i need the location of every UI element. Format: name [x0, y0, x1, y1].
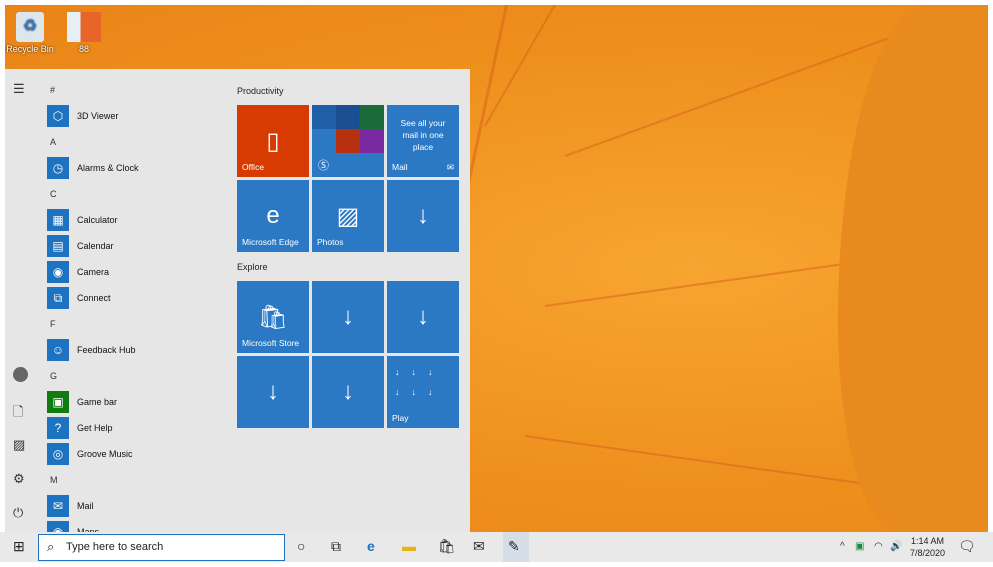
app-label: Alarms & Clock: [77, 163, 139, 173]
app-label: Game bar: [77, 397, 118, 407]
app-icon: ◎: [47, 443, 69, 465]
file-explorer-icon[interactable]: ▬: [402, 538, 416, 554]
app-icon: ☺: [47, 339, 69, 361]
app-icon: ▦: [47, 209, 69, 231]
app-icon: ▤: [47, 235, 69, 257]
clock[interactable]: 1:14 AM 7/8/2020: [910, 535, 945, 559]
tile-office-apps[interactable]: Ⓢ: [312, 105, 384, 177]
cortana-icon[interactable]: ○: [297, 538, 305, 554]
app-label: Mail: [77, 501, 94, 511]
app-label: Groove Music: [77, 449, 133, 459]
document-icon[interactable]: 🗋: [13, 403, 23, 425]
app-list-header[interactable]: F: [47, 311, 227, 337]
tile-play[interactable]: ↓↓↓ ↓↓↓ Play: [387, 356, 459, 428]
app-list-item[interactable]: ◉ Camera: [47, 259, 227, 285]
desktop-icon-recycle-bin[interactable]: ♻ Recycle Bin: [0, 12, 60, 54]
app-label: Feedback Hub: [77, 345, 136, 355]
app-list-header[interactable]: C: [47, 181, 227, 207]
download-icon: ↓: [342, 378, 354, 405]
app-label: Calendar: [77, 241, 114, 251]
group-explore: Explore: [237, 262, 268, 272]
tile-download[interactable]: ↓: [387, 180, 459, 252]
app-icon: ⬡: [47, 105, 69, 127]
mail-icon[interactable]: ✉: [473, 538, 485, 555]
app-icon: ▣: [47, 391, 69, 413]
taskbar: ⊞ ⌕ Type here to search ○ ⧉ e ▬ 🛍 ✉ ✎ ^ …: [0, 532, 993, 562]
app-list-item[interactable]: ✉ Mail: [47, 493, 227, 519]
power-icon[interactable]: ⏻: [13, 505, 23, 521]
menu-icon[interactable]: ☰: [13, 81, 25, 97]
task-view-icon[interactable]: ⧉: [331, 538, 341, 555]
app-icon: ?: [47, 417, 69, 439]
app-label: Connect: [77, 293, 111, 303]
app-list-item[interactable]: ⧉ Connect: [47, 285, 227, 311]
app-list-item[interactable]: ☺ Feedback Hub: [47, 337, 227, 363]
office-icon: ▯: [266, 128, 280, 155]
recycle-bin-icon: ♻: [16, 12, 44, 42]
search-input[interactable]: ⌕ Type here to search: [38, 534, 285, 561]
tile-mail[interactable]: See all your mail in one place Mail ✉: [387, 105, 459, 177]
store-icon[interactable]: 🛍: [438, 538, 456, 555]
group-productivity: Productivity: [237, 86, 284, 96]
download-icon: ↓: [417, 202, 429, 229]
app-list-item[interactable]: ◎ Groove Music: [47, 441, 227, 467]
app-list-header[interactable]: G: [47, 363, 227, 389]
app-list-header[interactable]: A: [47, 129, 227, 155]
notifications-icon[interactable]: 🗨: [958, 538, 976, 555]
search-icon: ⌕: [47, 539, 55, 554]
shortcut-icon: [67, 12, 101, 42]
app-icon: ◉: [47, 261, 69, 283]
app-label: Get Help: [77, 423, 113, 433]
app-list-header[interactable]: M: [47, 467, 227, 493]
tile-edge[interactable]: e Microsoft Edge: [237, 180, 309, 252]
download-icon: ↓: [267, 378, 279, 405]
user-icon[interactable]: [13, 367, 28, 382]
download-icon: ↓: [417, 303, 429, 330]
app-list[interactable]: # ⬡ 3D Viewer A ◷ Alarms & Clock C ▦ Calculator ▤…: [47, 77, 227, 545]
tile-download[interactable]: ↓: [237, 356, 309, 428]
desktop-icon-88[interactable]: 88: [54, 12, 114, 54]
tile-photos[interactable]: ▨ Photos: [312, 180, 384, 252]
app-list-item[interactable]: ▣ Game bar: [47, 389, 227, 415]
paint-icon[interactable]: ✎: [503, 532, 529, 562]
app-label: 3D Viewer: [77, 111, 119, 121]
tile-office[interactable]: ▯ Office: [237, 105, 309, 177]
photos-icon: ▨: [336, 203, 360, 230]
windows-start-icon[interactable]: ⊞: [13, 538, 25, 555]
download-icons: ↓↓↓ ↓↓↓: [395, 367, 445, 397]
network-app-icon[interactable]: ▣: [855, 541, 864, 552]
chevron-up-icon[interactable]: ^: [840, 541, 845, 552]
app-label: Camera: [77, 267, 110, 277]
volume-icon[interactable]: 🔊: [890, 541, 902, 552]
start-menu: ☰ 🗋 ▨ ⚙ ⏻ # ⬡ 3D Viewer A ◷ Alarms & Clock C ▦ C…: [5, 69, 470, 543]
app-icon: ✉: [47, 495, 69, 517]
app-list-header[interactable]: #: [47, 77, 227, 103]
edge-icon: e: [266, 202, 280, 229]
pictures-icon[interactable]: ▨: [13, 437, 25, 453]
tile-download[interactable]: ↓: [312, 356, 384, 428]
tile-download[interactable]: ↓: [387, 281, 459, 353]
skype-icon: Ⓢ: [318, 160, 329, 172]
wifi-icon[interactable]: ◠: [874, 541, 883, 552]
app-icon: ⧉: [47, 287, 69, 309]
app-list-item[interactable]: ? Get Help: [47, 415, 227, 441]
tile-download[interactable]: ↓: [312, 281, 384, 353]
app-list-item[interactable]: ⬡ 3D Viewer: [47, 103, 227, 129]
start-rail: ☰ 🗋 ▨ ⚙ ⏻: [5, 69, 37, 532]
mail-icon: ✉: [446, 162, 454, 172]
app-list-item[interactable]: ◷ Alarms & Clock: [47, 155, 227, 181]
app-list-item[interactable]: ▦ Calculator: [47, 207, 227, 233]
store-icon: 🛍: [257, 304, 289, 331]
settings-icon[interactable]: ⚙: [13, 471, 25, 487]
app-icon: ◷: [47, 157, 69, 179]
app-list-item[interactable]: ▤ Calendar: [47, 233, 227, 259]
tile-store[interactable]: 🛍 Microsoft Store: [237, 281, 309, 353]
app-label: Calculator: [77, 215, 118, 225]
download-icon: ↓: [342, 303, 354, 330]
edge-icon[interactable]: e: [367, 538, 375, 554]
